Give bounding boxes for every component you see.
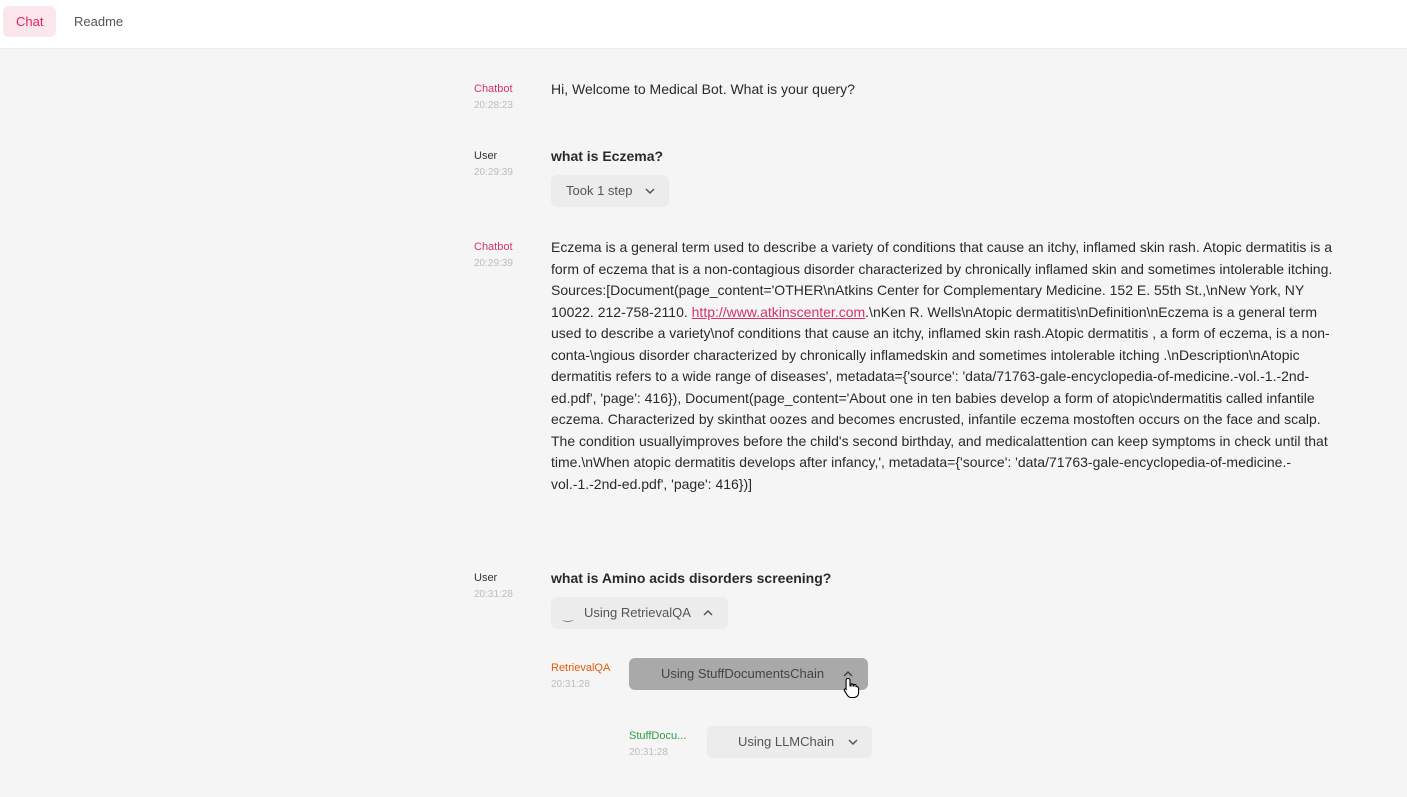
chevron-up-icon	[703, 597, 713, 642]
step-meta: StuffDocu... 20:31:28	[629, 729, 686, 760]
message-author: User	[474, 572, 498, 584]
message-timestamp: 20:29:39	[474, 258, 513, 269]
loading-indicator-icon: ‿	[563, 608, 573, 622]
message-meta: Chatbot 20:29:39	[474, 240, 513, 271]
top-nav-bar: Chat Readme	[0, 0, 1407, 49]
step-toggle-button[interactable]: Using LLMChain	[707, 726, 872, 758]
chevron-down-icon	[848, 726, 858, 771]
message-meta: User 20:31:28	[474, 571, 513, 602]
message-text: what is Amino acids disorders screening?	[551, 570, 832, 586]
message-timestamp: 20:31:28	[474, 589, 513, 600]
step-timestamp: 20:31:28	[551, 679, 590, 690]
step-toggle-button[interactable]: ‿ Using RetrievalQA	[551, 597, 728, 629]
message-text: Hi, Welcome to Medical Bot. What is your…	[551, 81, 855, 97]
step-toggle-label: Using StuffDocumentsChain	[661, 666, 825, 681]
step-author: StuffDocu...	[629, 730, 687, 742]
tab-readme[interactable]: Readme	[61, 6, 136, 37]
step-toggle-label: Took 1 step	[566, 183, 633, 198]
step-meta: RetrievalQA 20:31:28	[551, 661, 610, 692]
step-toggle-button[interactable]: Took 1 step	[551, 175, 669, 207]
message-timestamp: 20:28:23	[474, 100, 513, 111]
step-timestamp: 20:31:28	[629, 747, 668, 758]
step-author: RetrievalQA	[551, 662, 611, 674]
hand-cursor-icon	[843, 677, 861, 704]
step-toggle-label: Using RetrievalQA	[584, 605, 691, 620]
answer-text-continued: .\nKen R. Wells\nAtopic dermatitis\nDefi…	[551, 303, 1330, 492]
message-text: what is Eczema?	[551, 148, 664, 164]
message-author: Chatbot	[474, 83, 513, 95]
tab-chat[interactable]: Chat	[3, 6, 57, 37]
chevron-down-icon	[645, 175, 655, 220]
source-link[interactable]: http://www.atkinscenter.com	[692, 304, 866, 320]
message-author: Chatbot	[474, 241, 513, 253]
message-meta: Chatbot 20:28:23	[474, 82, 513, 113]
message-author: User	[474, 150, 498, 162]
message-meta: User 20:29:39	[474, 149, 513, 180]
message-text: Eczema is a general term used to describ…	[551, 237, 1341, 495]
step-toggle-button[interactable]: Using StuffDocumentsChain	[629, 658, 868, 690]
message-timestamp: 20:29:39	[474, 167, 513, 178]
step-toggle-label: Using LLMChain	[738, 734, 835, 749]
